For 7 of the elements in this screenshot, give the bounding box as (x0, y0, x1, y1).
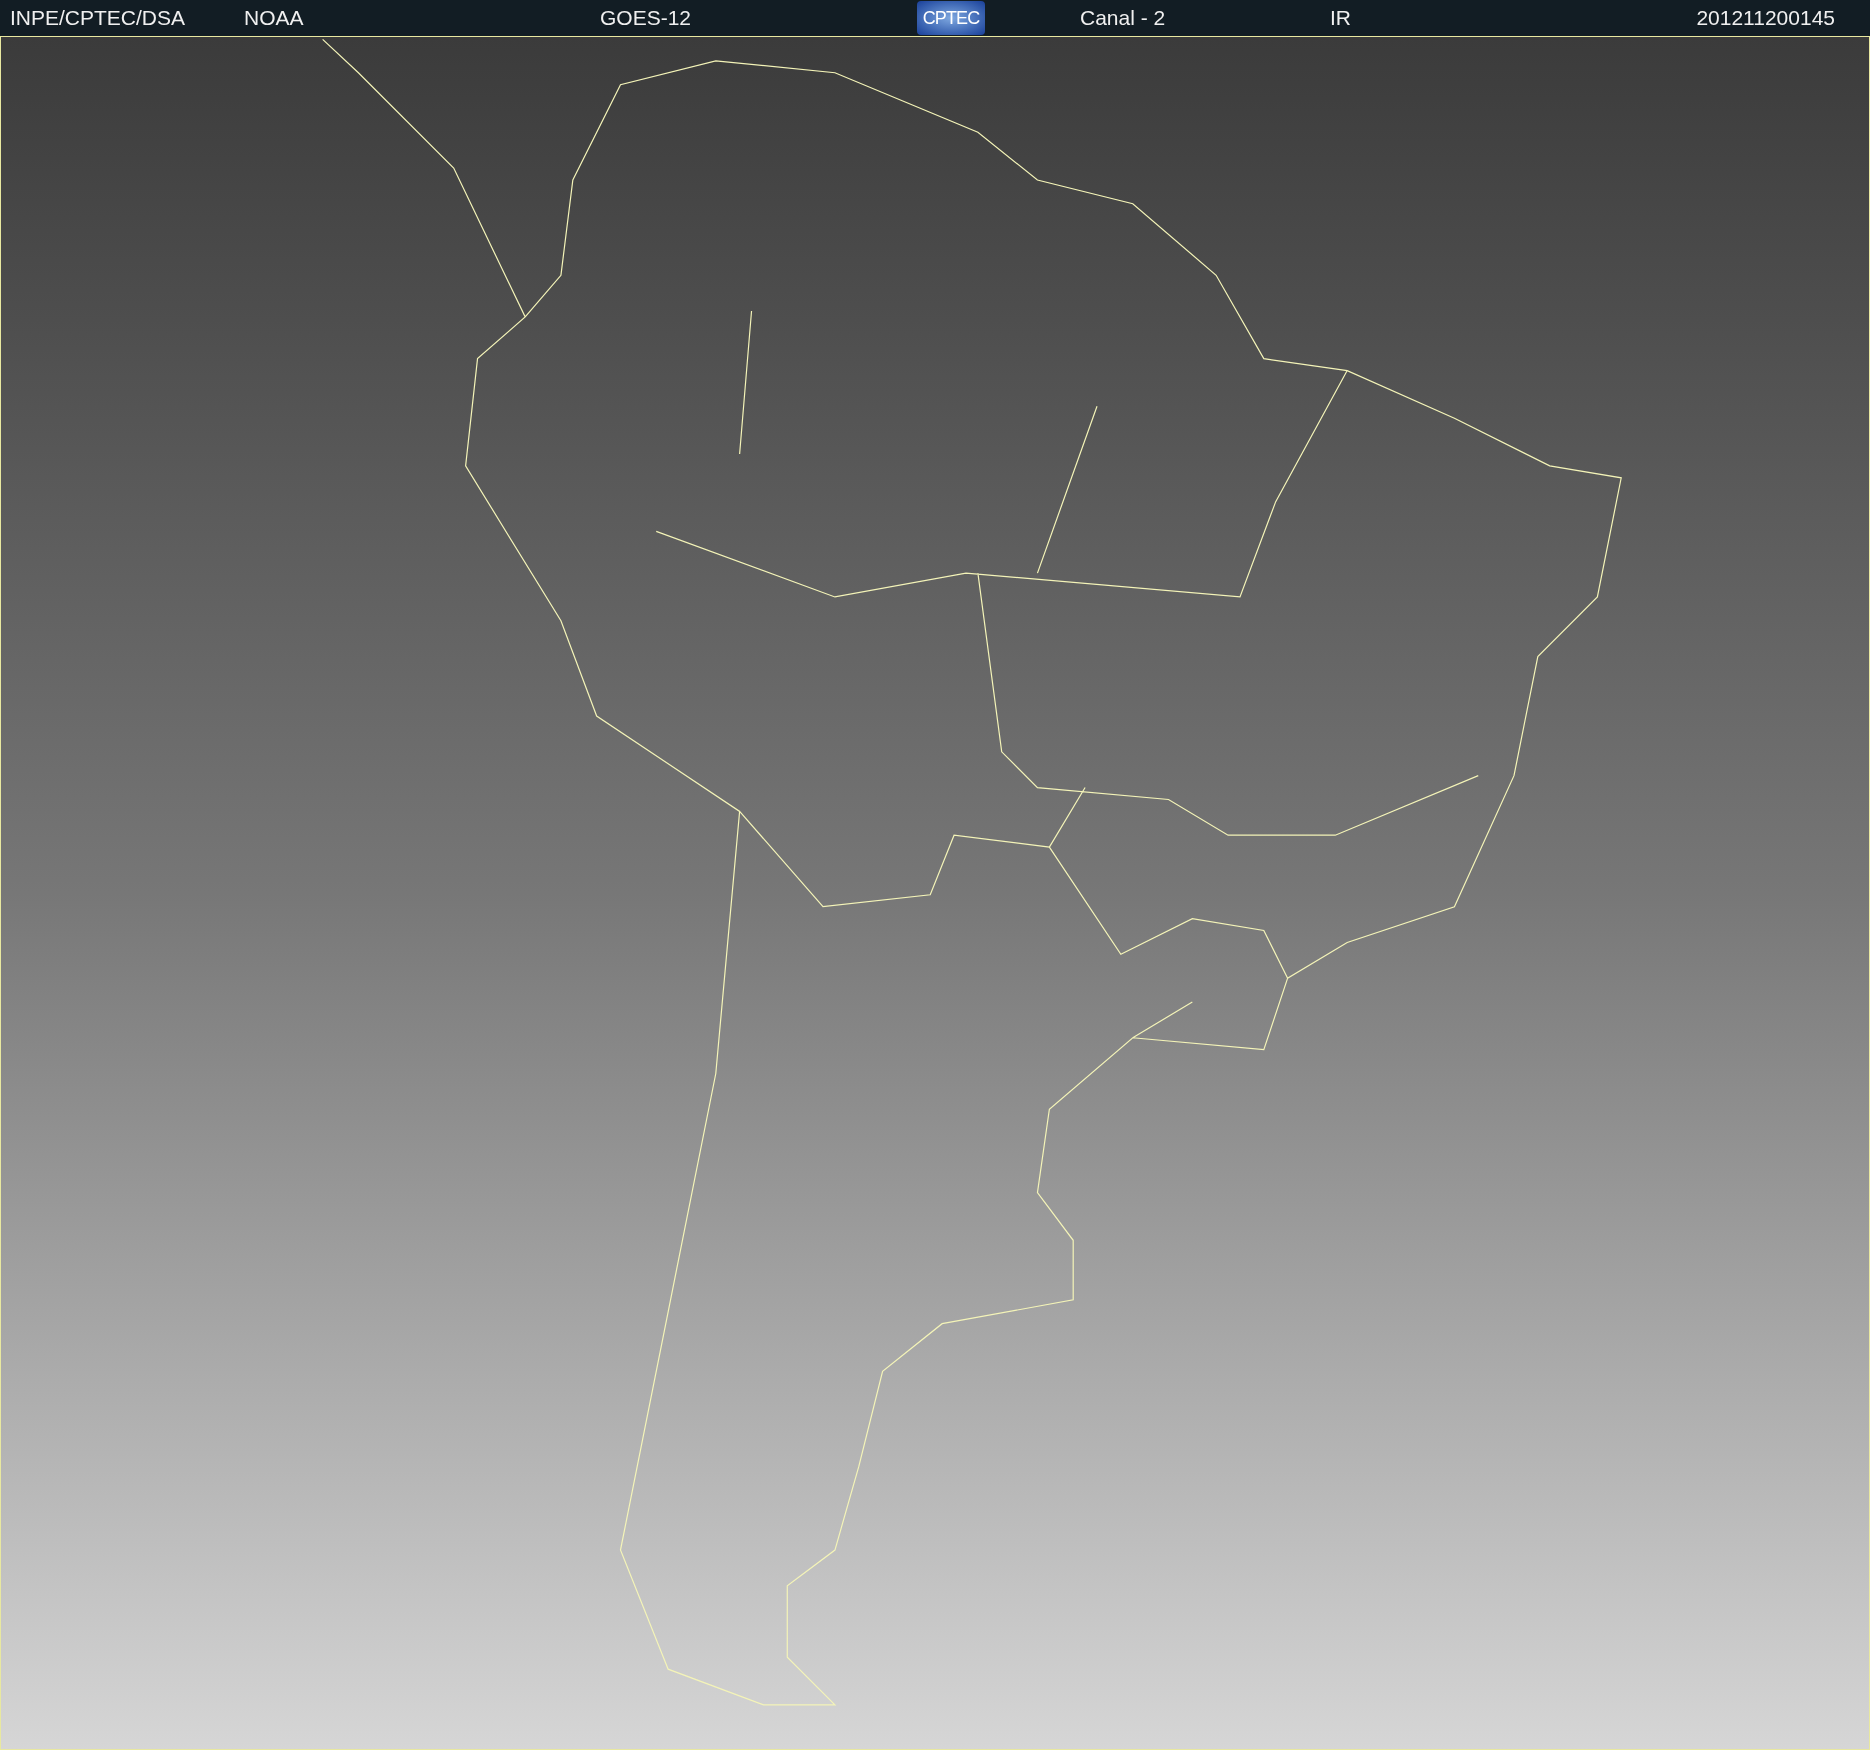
header-label: INPE/CPTEC/DSA (10, 5, 186, 32)
header-label: NOAA (244, 5, 304, 32)
header-label: Canal - 2 (1080, 5, 1166, 32)
header-label: 201211200145 (1696, 5, 1835, 32)
cptec-logo: CPTEC (917, 1, 985, 35)
header-label: IR (1330, 5, 1351, 32)
header-label: GOES-12 (600, 5, 692, 32)
